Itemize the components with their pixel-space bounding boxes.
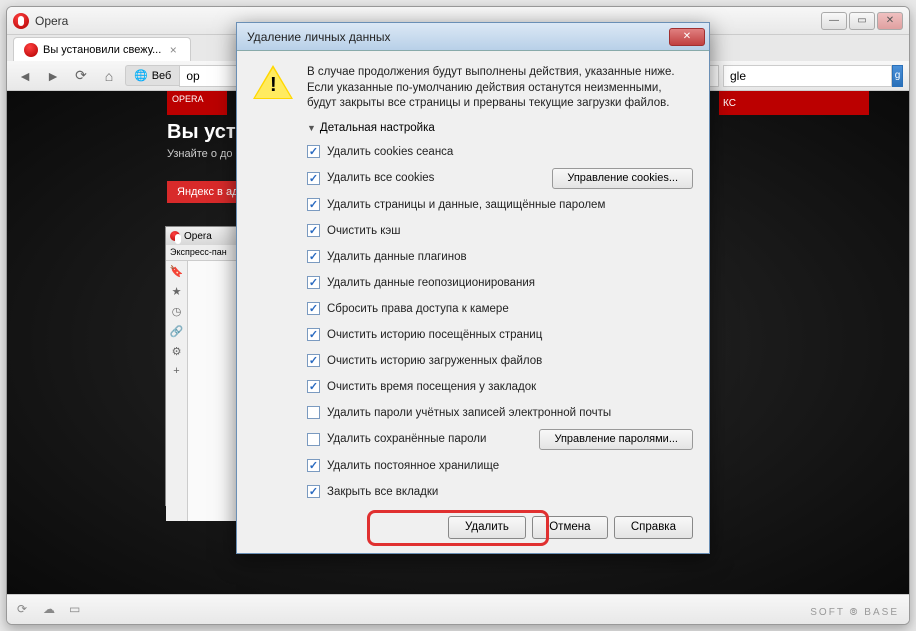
option-label: Удалить сохранённые пароли [327, 433, 486, 445]
option-checkbox[interactable] [307, 276, 320, 289]
option-label: Удалить страницы и данные, защищённые па… [327, 199, 605, 211]
option-checkbox[interactable] [307, 328, 320, 341]
close-window-button[interactable]: ✕ [877, 12, 903, 30]
dialog-close-button[interactable]: ✕ [669, 28, 705, 46]
option-row: Сбросить права доступа к камере [307, 299, 693, 319]
warning-icon: ! [253, 65, 293, 101]
option-label: Удалить cookies сеанса [327, 146, 453, 158]
option-label: Очистить историю загруженных файлов [327, 355, 542, 367]
delete-private-data-dialog: Удаление личных данных ✕ ! В случае прод… [236, 22, 710, 554]
option-row: Удалить страницы и данные, защищённые па… [307, 195, 693, 215]
manage-button[interactable]: Управление паролями... [539, 429, 693, 450]
sidebar-bookmark-icon[interactable]: 🔖 [170, 265, 184, 279]
sidebar-history-icon[interactable]: ◷ [170, 305, 184, 319]
dialog-message: В случае продолжения будут выполнены дей… [307, 65, 693, 112]
opera-logo: OPERA [167, 91, 227, 115]
option-checkbox[interactable] [307, 380, 320, 393]
options-list: Удалить cookies сеанса Удалить все cookie… [307, 142, 693, 502]
option-label: Удалить пароли учётных записей электронн… [327, 407, 611, 419]
hero-title: Вы уста [167, 121, 247, 144]
reload-button[interactable]: ⟳ [69, 64, 93, 88]
option-checkbox[interactable] [307, 433, 320, 446]
mini-title: Opera [184, 231, 212, 242]
hero-subtitle: Узнайте о до [167, 148, 247, 160]
option-label: Закрыть все вкладки [327, 486, 438, 498]
option-checkbox[interactable] [307, 145, 320, 158]
search-button[interactable]: g [892, 65, 903, 87]
option-checkbox[interactable] [307, 224, 320, 237]
option-checkbox[interactable] [307, 459, 320, 472]
option-label: Очистить время посещения у закладок [327, 381, 536, 393]
option-checkbox[interactable] [307, 354, 320, 367]
home-button[interactable]: ⌂ [97, 64, 121, 88]
option-label: Удалить данные геопозиционирования [327, 277, 535, 289]
chevron-down-icon: ▼ [307, 123, 316, 133]
option-row: Закрыть все вкладки [307, 482, 693, 502]
dialog-title: Удаление личных данных [247, 30, 390, 44]
option-checkbox[interactable] [307, 198, 320, 211]
cancel-button[interactable]: Отмена [532, 516, 608, 539]
option-label: Удалить данные плагинов [327, 251, 467, 263]
manage-button[interactable]: Управление cookies... [552, 168, 693, 189]
soft-base-watermark: SOFT ⦾ BASE [810, 607, 899, 618]
tab-label: Вы установили свежу... [43, 44, 161, 56]
option-row: Удалить данные геопозиционирования [307, 273, 693, 293]
app-title: Opera [35, 14, 68, 28]
option-row: Удалить пароли учётных записей электронн… [307, 403, 693, 423]
cloud-icon[interactable]: ☁ [43, 602, 59, 618]
status-bar: ⟳ ☁ ▭ SOFT ⦾ BASE [7, 594, 909, 624]
sidebar-link-icon[interactable]: 🔗 [170, 325, 184, 339]
mini-opera-icon [170, 231, 180, 241]
option-row: Удалить данные плагинов [307, 247, 693, 267]
option-row: Удалить сохранённые пароли Управление пар… [307, 429, 693, 450]
search-input[interactable] [723, 65, 892, 87]
option-label: Очистить историю посещённых страниц [327, 329, 542, 341]
browser-tab[interactable]: Вы установили свежу... × [13, 37, 191, 61]
option-checkbox[interactable] [307, 172, 320, 185]
option-row: Очистить время посещения у закладок [307, 377, 693, 397]
forward-button[interactable]: ► [41, 64, 65, 88]
tab-close-icon[interactable]: × [166, 43, 180, 57]
opera-icon [13, 13, 29, 29]
option-checkbox[interactable] [307, 485, 320, 498]
option-label: Удалить все cookies [327, 172, 434, 184]
option-label: Удалить постоянное хранилище [327, 460, 499, 472]
details-label: Детальная настройка [320, 122, 435, 134]
option-label: Сбросить права доступа к камере [327, 303, 509, 315]
option-checkbox[interactable] [307, 406, 320, 419]
option-label: Очистить кэш [327, 225, 401, 237]
delete-button[interactable]: Удалить [448, 516, 526, 539]
panel-icon[interactable]: ▭ [69, 602, 85, 618]
option-row: Очистить историю посещённых страниц [307, 325, 693, 345]
help-button[interactable]: Справка [614, 516, 693, 539]
right-box: КС [719, 91, 869, 115]
sidebar-plus-icon[interactable]: + [170, 365, 184, 379]
search-icon: g [895, 70, 901, 81]
maximize-button[interactable]: ▭ [849, 12, 875, 30]
dialog-titlebar: Удаление личных данных ✕ [237, 23, 709, 51]
sidebar-gear-icon[interactable]: ⚙ [170, 345, 184, 359]
sidebar-star-icon[interactable]: ★ [170, 285, 184, 299]
sync-icon[interactable]: ⟳ [17, 602, 33, 618]
address-mode-label[interactable]: 🌐Веб [125, 65, 179, 86]
minimize-button[interactable]: — [821, 12, 847, 30]
tab-favicon-icon [24, 43, 38, 57]
option-row: Удалить постоянное хранилище [307, 456, 693, 476]
option-row: Удалить cookies сеанса [307, 142, 693, 162]
option-checkbox[interactable] [307, 302, 320, 315]
option-row: Очистить кэш [307, 221, 693, 241]
option-row: Очистить историю загруженных файлов [307, 351, 693, 371]
option-checkbox[interactable] [307, 250, 320, 263]
details-toggle[interactable]: ▼ Детальная настройка [307, 122, 693, 134]
option-row: Удалить все cookies Управление cookies... [307, 168, 693, 189]
back-button[interactable]: ◄ [13, 64, 37, 88]
